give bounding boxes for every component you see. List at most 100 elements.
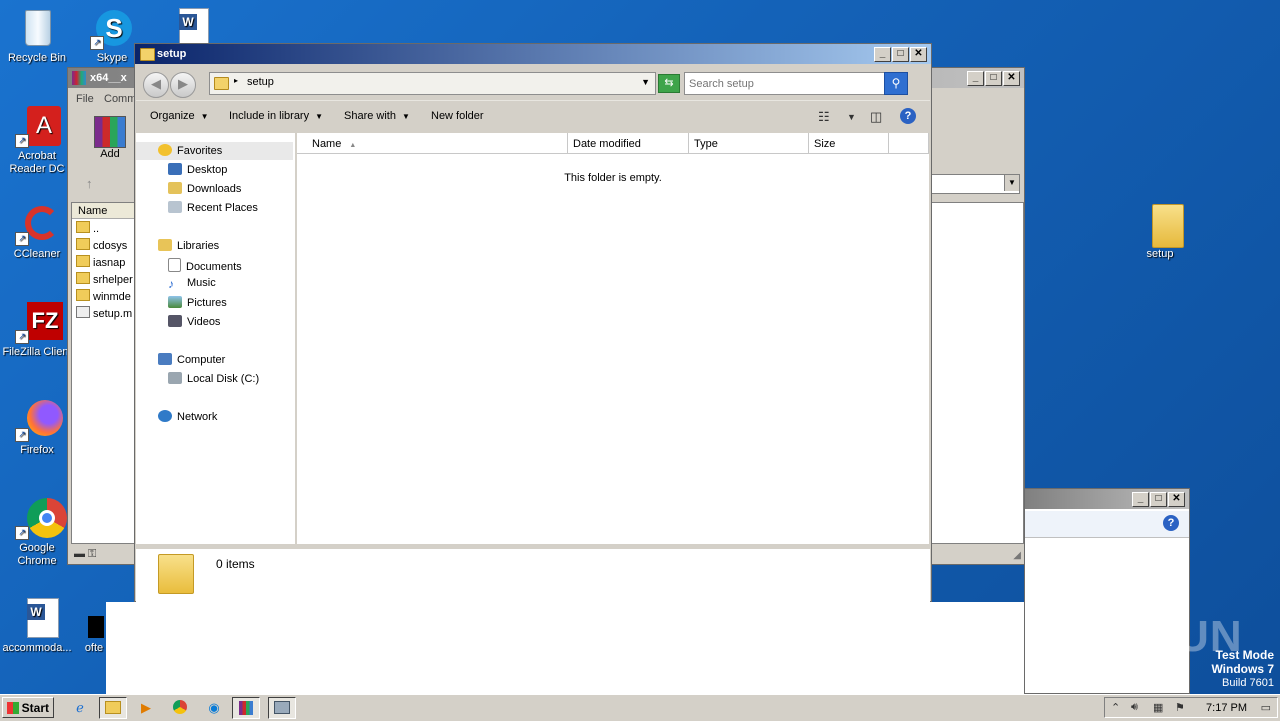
maximize-button[interactable]: □ bbox=[1150, 492, 1167, 507]
minimize-button[interactable]: _ bbox=[967, 71, 984, 86]
folder-icon bbox=[214, 77, 229, 90]
column-header-name[interactable]: Name bbox=[72, 203, 136, 219]
nav-computer[interactable]: Computer bbox=[158, 353, 225, 366]
navigation-pane[interactable]: Favorites Desktop Downloads Recent Place… bbox=[136, 133, 297, 544]
explorer-titlebar[interactable]: setup _ □ ✕ bbox=[135, 44, 931, 64]
desktop-icon-chrome[interactable]: ↗ Google Chrome bbox=[0, 496, 74, 568]
address-dropdown-icon[interactable]: ▼ bbox=[641, 77, 650, 87]
taskbar-explorer[interactable] bbox=[99, 697, 127, 719]
desktop-icon-recycle-bin[interactable]: Recycle Bin bbox=[0, 6, 74, 65]
drive-key-icon: ▬ ⚿ bbox=[74, 548, 97, 560]
list-item[interactable]: srhelper bbox=[76, 272, 133, 286]
help-icon[interactable]: ? bbox=[1163, 515, 1179, 531]
nav-desktop[interactable]: Desktop bbox=[168, 163, 227, 176]
nav-videos[interactable]: Videos bbox=[168, 315, 220, 328]
new-folder-button[interactable]: New folder bbox=[431, 110, 484, 122]
nav-pictures[interactable]: Pictures bbox=[168, 296, 227, 309]
minimize-button[interactable]: _ bbox=[874, 47, 891, 62]
window-titlebar[interactable]: _ □ ✕ bbox=[1025, 489, 1189, 509]
menu-file[interactable]: File bbox=[76, 93, 94, 105]
close-button[interactable]: ✕ bbox=[910, 47, 927, 62]
resize-grip-icon[interactable]: ◢ bbox=[1013, 550, 1021, 561]
action-center-flag-icon[interactable]: ⚑ bbox=[1175, 701, 1185, 714]
help-icon[interactable]: ? bbox=[900, 108, 916, 124]
list-item[interactable]: cdosys bbox=[76, 238, 127, 252]
desktop-icon-ccleaner[interactable]: ↗ CCleaner bbox=[0, 202, 74, 261]
close-button[interactable]: ✕ bbox=[1003, 71, 1020, 86]
list-item[interactable]: setup.m bbox=[76, 306, 132, 320]
breadcrumb-arrow-icon[interactable]: ▸ bbox=[234, 76, 238, 85]
maximize-button[interactable]: □ bbox=[892, 47, 909, 62]
clock[interactable]: 7:17 PM bbox=[1206, 702, 1247, 714]
nav-libraries[interactable]: Libraries bbox=[158, 239, 219, 252]
list-item[interactable]: winmde bbox=[76, 289, 131, 303]
nav-documents[interactable]: Documents bbox=[168, 258, 242, 273]
change-view-icon[interactable]: ☷ bbox=[818, 109, 830, 125]
column-header-type[interactable]: Type bbox=[689, 133, 809, 154]
desktop-icon-filezilla[interactable]: FZ ↗ FileZilla Client bbox=[0, 300, 74, 359]
installer-file-icon bbox=[76, 306, 90, 318]
list-item[interactable]: .. bbox=[76, 221, 99, 235]
search-input[interactable] bbox=[685, 73, 883, 94]
winrar-file-list[interactable]: Name .. cdosys iasnap srhelper winmde se… bbox=[71, 202, 137, 544]
desktop-icon-acrobat[interactable]: A ↗ Acrobat Reader DC bbox=[0, 104, 74, 176]
taskbar-window[interactable] bbox=[268, 697, 296, 719]
search-box[interactable]: ⚲ bbox=[684, 72, 908, 95]
column-header-name[interactable]: Name ▲ bbox=[297, 133, 568, 154]
folder-icon bbox=[158, 554, 194, 594]
nav-local-disk[interactable]: Local Disk (C:) bbox=[168, 372, 259, 385]
show-desktop-icon[interactable]: ▭ bbox=[1261, 701, 1271, 714]
list-item[interactable]: iasnap bbox=[76, 255, 125, 269]
nav-music[interactable]: ♪ Music bbox=[168, 277, 216, 291]
dropdown-arrow-icon[interactable]: ▼ bbox=[1004, 175, 1019, 191]
folder-icon bbox=[76, 221, 90, 233]
preview-pane-icon[interactable]: ◫ bbox=[870, 109, 882, 125]
explorer-window[interactable]: setup _ □ ✕ ◀ ▶ ▸ setup ▼ ⇆ ⚲ Organize▼ … bbox=[134, 43, 932, 603]
word-document-icon: W bbox=[15, 596, 59, 640]
desktop-icon-accommoda[interactable]: W accommoda... bbox=[0, 596, 74, 655]
close-button[interactable]: ✕ bbox=[1168, 492, 1185, 507]
forward-button[interactable]: ▶ bbox=[170, 72, 196, 98]
minimize-button[interactable]: _ bbox=[1132, 492, 1149, 507]
folder-icon bbox=[76, 255, 90, 267]
nav-recent-places[interactable]: Recent Places bbox=[168, 201, 258, 214]
back-button[interactable]: ◀ bbox=[143, 72, 169, 98]
menu-commands[interactable]: Comm bbox=[104, 93, 136, 105]
volume-icon[interactable]: 🔊︎ bbox=[1131, 701, 1138, 714]
nav-network[interactable]: Network bbox=[158, 410, 217, 423]
up-arrow-icon[interactable]: ↑ bbox=[86, 176, 93, 191]
refresh-button[interactable]: ⇆ bbox=[658, 74, 680, 93]
include-in-library-button[interactable]: Include in library ▼ bbox=[229, 110, 323, 122]
edge-icon: ◉ bbox=[208, 700, 220, 715]
view-dropdown-icon[interactable]: ▼ bbox=[847, 112, 856, 122]
taskbar-internet-explorer[interactable]: ℯ bbox=[66, 697, 94, 719]
empty-folder-message: This folder is empty. bbox=[564, 172, 662, 184]
network-tray-icon[interactable]: ▦ bbox=[1153, 701, 1163, 714]
taskbar-media-player[interactable]: ▶ bbox=[132, 697, 160, 719]
desktop-icon-setup[interactable]: setup bbox=[1123, 202, 1197, 261]
address-path[interactable]: setup bbox=[247, 76, 274, 88]
folder-icon bbox=[1138, 202, 1184, 248]
taskbar-winrar[interactable] bbox=[232, 697, 260, 719]
folder-icon bbox=[76, 272, 90, 284]
recycle-bin-icon bbox=[15, 6, 59, 50]
taskbar-edge[interactable]: ◉ bbox=[200, 697, 228, 719]
nav-favorites[interactable]: Favorites bbox=[136, 142, 293, 160]
winrar-icon bbox=[72, 71, 86, 85]
archive-add-icon bbox=[94, 116, 126, 148]
search-icon[interactable]: ⚲ bbox=[884, 72, 908, 95]
column-header-date-modified[interactable]: Date modified bbox=[568, 133, 689, 154]
show-hidden-icons-icon[interactable]: ⌃ bbox=[1111, 701, 1120, 714]
file-list[interactable]: Name ▲ Date modified Type Size This folde… bbox=[297, 133, 929, 544]
taskbar-chrome[interactable] bbox=[166, 697, 194, 719]
desktop-icon-firefox[interactable]: ↗ Firefox bbox=[0, 398, 74, 457]
address-bar[interactable]: ▸ setup ▼ bbox=[209, 72, 656, 95]
add-button[interactable]: Add bbox=[92, 116, 128, 160]
maximize-button[interactable]: □ bbox=[985, 71, 1002, 86]
start-button[interactable]: Start bbox=[2, 697, 54, 718]
background-window[interactable]: _ □ ✕ ? bbox=[1024, 488, 1190, 694]
share-with-button[interactable]: Share with ▼ bbox=[344, 110, 410, 122]
nav-downloads[interactable]: Downloads bbox=[168, 182, 241, 195]
organize-button[interactable]: Organize ▼ bbox=[150, 110, 209, 122]
column-header-size[interactable]: Size bbox=[809, 133, 889, 154]
